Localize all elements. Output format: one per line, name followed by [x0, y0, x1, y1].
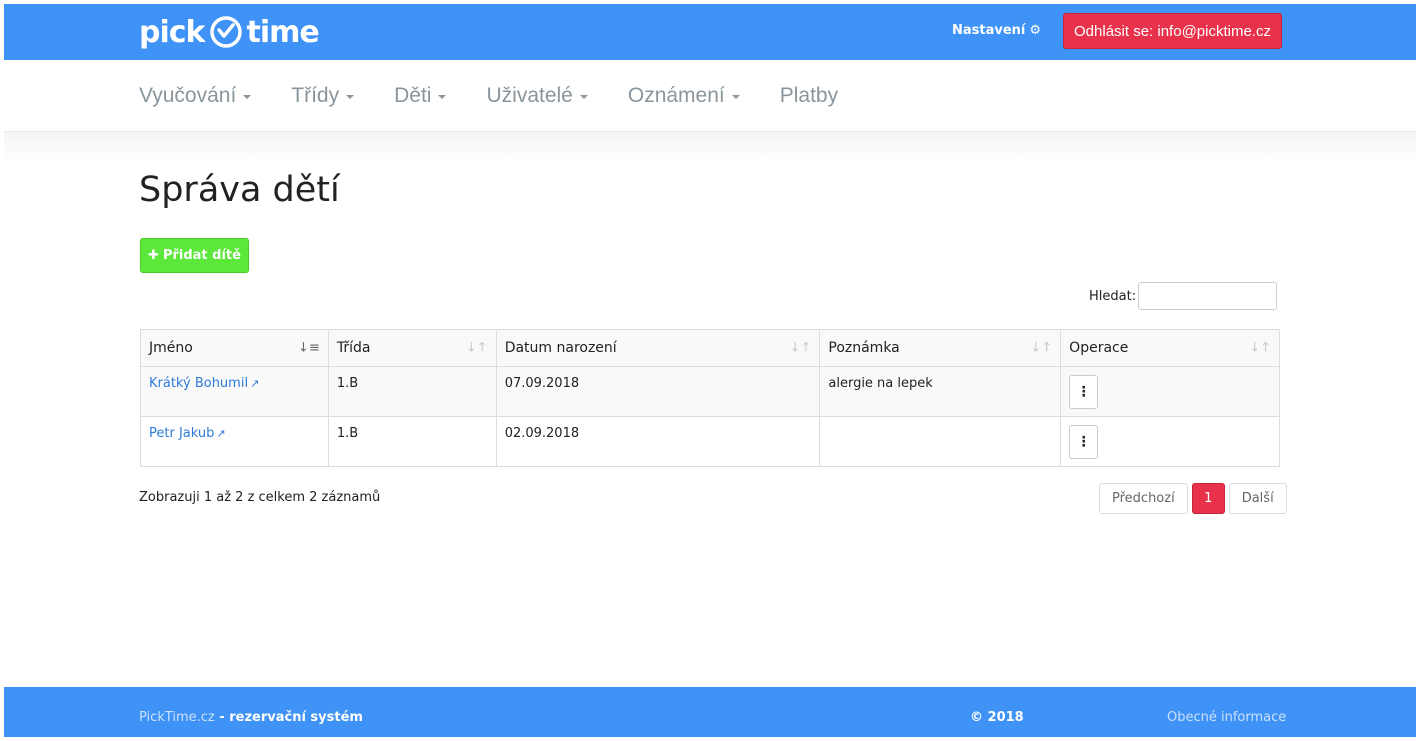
nav-item-label: Třídy — [291, 83, 340, 107]
logout-button[interactable]: Odhlásit se: info@picktime.cz — [1063, 13, 1282, 49]
cell-class: 1.B — [327, 416, 497, 467]
table-info: Zobrazuji 1 až 2 z celkem 2 záznamů — [139, 490, 381, 505]
table-row: Petr Jakub ↗ 1.B 02.09.2018 ⋮ — [140, 416, 1280, 467]
sort-icon: ↓↑ — [789, 340, 812, 356]
nav-item-platby[interactable]: Platby — [780, 84, 838, 108]
pagination-page-1[interactable]: 1 — [1191, 483, 1225, 514]
pagination-next[interactable]: Další — [1228, 483, 1287, 514]
caret-down-icon — [346, 95, 355, 99]
table-row: Krátký Bohumil ↗ 1.B 07.09.2018 alergie n… — [140, 366, 1280, 417]
footer-copyright: © 2018 — [970, 710, 1024, 725]
row-actions-button[interactable]: ⋮ — [1069, 375, 1099, 409]
children-table: Jméno ↓≡ Třída ↓↑ Datum narození ↓↑ Pozn… — [140, 329, 1280, 467]
nav-item-vyucovani[interactable]: Vyučování — [139, 83, 252, 108]
cell-class: 1.B — [327, 366, 497, 417]
column-header-name[interactable]: Jméno ↓≡ — [140, 329, 329, 367]
external-link-icon: ↗ — [216, 427, 226, 440]
caret-down-icon — [731, 95, 740, 99]
add-child-label: Přidat dítě — [162, 248, 241, 263]
footer: PickTime.cz - rezervační systém © 2018 O… — [4, 687, 1416, 737]
external-link-icon: ↗ — [250, 377, 260, 390]
sort-ascending-icon: ↓≡ — [298, 340, 320, 356]
settings-label: Nastavení — [952, 23, 1026, 38]
nav-item-tridy[interactable]: Třídy — [291, 83, 355, 108]
footer-system-label: - rezervační systém — [214, 710, 363, 725]
caret-down-icon — [438, 95, 447, 99]
caret-down-icon — [243, 95, 252, 99]
nav-shadow — [4, 132, 1416, 162]
top-bar: pick time Nastavení ⚙ Odhlásit se: info@… — [4, 4, 1416, 60]
cell-name: Petr Jakub ↗ — [140, 416, 329, 467]
column-header-class[interactable]: Třída ↓↑ — [327, 329, 497, 367]
nav-item-deti[interactable]: Děti — [394, 83, 447, 108]
more-vertical-icon: ⋮ — [1076, 384, 1091, 400]
sort-icon: ↓↑ — [1249, 340, 1271, 356]
caret-down-icon — [579, 95, 588, 99]
page-title: Správa dětí — [139, 170, 340, 210]
child-name-link[interactable]: Petr Jakub — [149, 426, 214, 441]
footer-info-link[interactable]: Obecné informace — [1167, 710, 1286, 725]
sort-icon: ↓↑ — [465, 340, 488, 356]
cell-note — [819, 416, 1062, 467]
cell-birth-date: 07.09.2018 — [495, 366, 821, 417]
plus-icon: ✚ — [148, 248, 159, 263]
cell-birth-date: 02.09.2018 — [495, 416, 821, 467]
column-header-operations[interactable]: Operace ↓↑ — [1060, 329, 1280, 367]
pagination-previous[interactable]: Předchozí — [1099, 483, 1188, 514]
main-nav: Vyučování Třídy Děti Uživatelé Oznámení … — [4, 60, 1416, 132]
cell-operations: ⋮ — [1060, 366, 1280, 417]
gears-icon: ⚙ — [1029, 23, 1042, 38]
cell-operations: ⋮ — [1060, 416, 1280, 467]
footer-brand: PickTime.cz - rezervační systém — [139, 710, 363, 725]
search-label: Hledat: — [1089, 289, 1137, 304]
column-header-note[interactable]: Poznámka ↓↑ — [819, 329, 1062, 367]
footer-site-link[interactable]: PickTime.cz — [139, 710, 215, 725]
child-name-link[interactable]: Krátký Bohumil — [149, 376, 248, 391]
cell-name: Krátký Bohumil ↗ — [140, 366, 329, 417]
sort-icon: ↓↑ — [1030, 340, 1053, 356]
pagination: Předchozí 1 Další — [1095, 483, 1287, 514]
table-header-row: Jméno ↓≡ Třída ↓↑ Datum narození ↓↑ Pozn… — [140, 329, 1280, 367]
logo-text-left: pick — [139, 14, 205, 50]
add-child-button[interactable]: ✚ Přidat dítě — [140, 238, 249, 273]
nav-item-label: Uživatelé — [486, 83, 573, 107]
nav-item-label: Děti — [394, 83, 432, 107]
picktime-logo[interactable]: pick time — [139, 8, 320, 56]
nav-item-label: Oznámení — [627, 83, 725, 107]
logo-text-right: time — [246, 14, 320, 50]
column-header-birth-date[interactable]: Datum narození ↓↑ — [495, 329, 821, 367]
search-input[interactable] — [1138, 282, 1277, 310]
cell-note: alergie na lepek — [819, 366, 1062, 417]
nav-item-uzivatele[interactable]: Uživatelé — [486, 83, 588, 108]
nav-item-oznameni[interactable]: Oznámení — [628, 84, 740, 108]
clock-icon — [209, 16, 242, 48]
nav-item-label: Vyučování — [139, 83, 237, 107]
page-frame: pick time Nastavení ⚙ Odhlásit se: info@… — [4, 4, 1416, 737]
settings-link[interactable]: Nastavení ⚙ — [952, 23, 1041, 38]
more-vertical-icon: ⋮ — [1076, 434, 1091, 450]
nav-item-label: Platby — [779, 83, 839, 107]
row-actions-button[interactable]: ⋮ — [1069, 425, 1099, 459]
